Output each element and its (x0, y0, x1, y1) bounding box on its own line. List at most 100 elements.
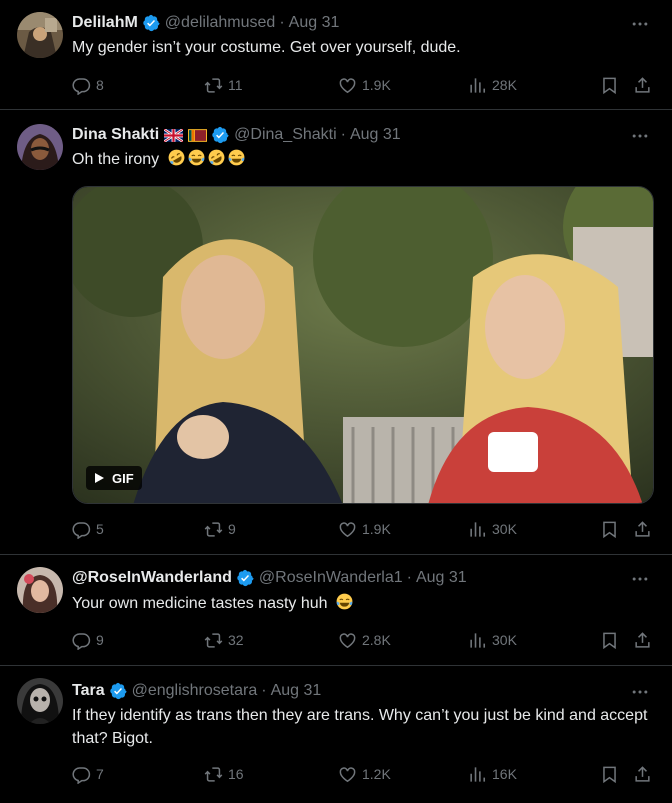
tweet-text-row: Your own medicine tastes nasty huh (72, 592, 652, 615)
tweet[interactable]: DelilahM @delilahmused · Aug 31 My gende… (0, 0, 672, 110)
retweet-count: 16 (228, 766, 244, 782)
timestamp[interactable]: Aug 31 (289, 14, 340, 32)
reply-button[interactable]: 5 (72, 518, 104, 540)
rolling-laughing-emoji-icon (207, 148, 226, 167)
tweet-text: If they identify as trans then they are … (72, 707, 648, 747)
tweet-header: Dina Shakti @Dina_Shakti · Aug 31 (72, 124, 401, 146)
uk-flag-icon (164, 128, 184, 142)
gif-media[interactable]: GIF (72, 186, 654, 504)
display-name[interactable]: Dina Shakti (72, 126, 159, 144)
display-name[interactable]: @RoseInWanderland (72, 569, 232, 587)
display-name[interactable]: Tara (72, 682, 105, 700)
retweet-button[interactable]: 9 (204, 518, 236, 540)
play-icon (95, 473, 104, 483)
tweet-text-row: Oh the irony (72, 148, 652, 171)
views-icon (468, 76, 487, 95)
retweet-button[interactable]: 32 (204, 629, 244, 651)
gif-frame-image (73, 187, 653, 503)
separator-dot: · (261, 682, 267, 699)
reply-icon (72, 765, 91, 784)
share-icon (633, 76, 652, 95)
share-button[interactable] (633, 763, 652, 785)
separator-dot: · (279, 14, 285, 31)
share-button[interactable] (633, 518, 652, 540)
tears-of-joy-emoji-icon (227, 148, 246, 167)
tweet-text: My gender isn’t your costume. Get over y… (72, 39, 461, 56)
timestamp[interactable]: Aug 31 (271, 682, 322, 700)
heart-icon (338, 520, 357, 539)
avatar[interactable] (17, 124, 63, 170)
reply-button[interactable]: 9 (72, 629, 104, 651)
more-options-icon[interactable] (630, 126, 650, 146)
avatar[interactable] (17, 678, 63, 724)
views-button[interactable]: 28K (468, 74, 517, 96)
tweet-header: Tara @englishrosetara · Aug 31 (72, 680, 321, 702)
handle[interactable]: @RoseInWanderla1 (259, 569, 403, 587)
heart-icon (338, 765, 357, 784)
handle[interactable]: @Dina_Shakti (234, 126, 337, 144)
retweet-button[interactable]: 11 (204, 74, 243, 96)
tweet[interactable]: Tara @englishrosetara · Aug 31 If they i… (0, 666, 672, 803)
tweet-actions: 9 32 2.8K 30K (72, 629, 652, 651)
like-count: 1.2K (362, 766, 391, 782)
bookmark-button[interactable] (600, 518, 619, 540)
tweet-text: Oh the irony (72, 151, 160, 168)
views-icon (468, 631, 487, 650)
avatar[interactable] (17, 567, 63, 613)
views-button[interactable]: 30K (468, 629, 517, 651)
reply-button[interactable]: 8 (72, 74, 104, 96)
tweet-text: Your own medicine tastes nasty huh (72, 595, 328, 612)
retweet-count: 32 (228, 632, 244, 648)
tweet-actions: 5 9 1.9K 30K (72, 518, 652, 540)
retweet-icon (204, 631, 223, 650)
like-button[interactable]: 1.9K (338, 518, 391, 540)
tweet-actions: 8 11 1.9K 28K (72, 74, 652, 96)
retweet-icon (204, 520, 223, 539)
more-options-icon[interactable] (630, 14, 650, 34)
gif-badge[interactable]: GIF (86, 466, 142, 490)
reply-count: 5 (96, 521, 104, 537)
heart-icon (338, 76, 357, 95)
handle[interactable]: @delilahmused (165, 14, 276, 32)
tweet[interactable]: @RoseInWanderland @RoseInWanderla1 · Aug… (0, 555, 672, 666)
tweet-header: @RoseInWanderland @RoseInWanderla1 · Aug… (72, 567, 467, 589)
reply-icon (72, 76, 91, 95)
view-count: 30K (492, 632, 517, 648)
view-count: 28K (492, 77, 517, 93)
like-button[interactable]: 1.9K (338, 74, 391, 96)
timestamp[interactable]: Aug 31 (350, 126, 401, 144)
views-button[interactable]: 16K (468, 763, 517, 785)
bookmark-button[interactable] (600, 629, 619, 651)
verified-badge-icon (236, 569, 254, 587)
views-icon (468, 520, 487, 539)
reply-count: 9 (96, 632, 104, 648)
tears-of-joy-emoji-icon (335, 592, 354, 611)
handle[interactable]: @englishrosetara (132, 682, 258, 700)
view-count: 16K (492, 766, 517, 782)
like-count: 2.8K (362, 632, 391, 648)
views-icon (468, 765, 487, 784)
separator-dot: · (340, 126, 346, 143)
share-button[interactable] (633, 74, 652, 96)
like-count: 1.9K (362, 521, 391, 537)
like-count: 1.9K (362, 77, 391, 93)
timestamp[interactable]: Aug 31 (416, 569, 467, 587)
more-options-icon[interactable] (630, 682, 650, 702)
view-count: 30K (492, 521, 517, 537)
bookmark-button[interactable] (600, 74, 619, 96)
bookmark-button[interactable] (600, 763, 619, 785)
reply-button[interactable]: 7 (72, 763, 104, 785)
bookmark-icon (600, 765, 619, 784)
avatar[interactable] (17, 12, 63, 58)
heart-icon (338, 631, 357, 650)
sri-lanka-flag-icon (188, 128, 208, 142)
more-options-icon[interactable] (630, 569, 650, 589)
like-button[interactable]: 1.2K (338, 763, 391, 785)
like-button[interactable]: 2.8K (338, 629, 391, 651)
share-button[interactable] (633, 629, 652, 651)
tweet[interactable]: Dina Shakti @Dina_Shakti · Aug 31 Oh the… (0, 110, 672, 555)
views-button[interactable]: 30K (468, 518, 517, 540)
retweet-button[interactable]: 16 (204, 763, 244, 785)
verified-badge-icon (142, 14, 160, 32)
display-name[interactable]: DelilahM (72, 14, 138, 32)
